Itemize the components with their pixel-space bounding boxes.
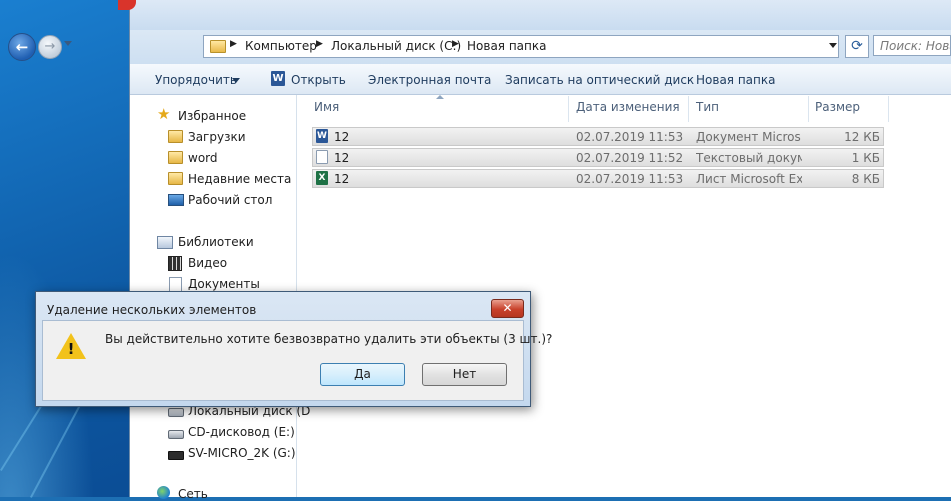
file-date: 02.07.2019 11:52	[576, 151, 684, 165]
breadcrumb-computer[interactable]: Компьютер	[245, 39, 317, 53]
back-button[interactable]: ←	[8, 33, 36, 61]
sort-ascending-icon	[436, 95, 444, 99]
word-doc-icon: W	[316, 129, 328, 143]
nav-item-network[interactable]: Сеть	[178, 487, 208, 501]
hard-drive-icon	[168, 408, 184, 417]
address-history-dropdown-icon[interactable]	[829, 43, 837, 48]
nav-item-word[interactable]: word	[188, 151, 218, 165]
search-input[interactable]: Поиск: Новая	[873, 35, 951, 56]
dialog-message: Вы действительно хотите безвозвратно уда…	[105, 332, 553, 346]
breadcrumb-separator-icon[interactable]: ▶	[316, 39, 323, 49]
network-icon	[157, 486, 170, 499]
recent-places-icon	[168, 172, 183, 185]
email-button[interactable]: Электронная почта	[368, 73, 491, 87]
warning-mark: !	[67, 340, 75, 358]
excel-sheet-icon: X	[316, 171, 328, 185]
column-header-type[interactable]: Тип	[696, 100, 719, 114]
file-size: 12 КБ	[844, 130, 880, 144]
burn-button[interactable]: Записать на оптический диск	[505, 73, 694, 87]
nav-item-video[interactable]: Видео	[188, 256, 227, 270]
file-date: 02.07.2019 11:53	[576, 130, 684, 144]
column-divider[interactable]	[568, 96, 569, 122]
dialog-title: Удаление нескольких элементов	[47, 303, 257, 317]
libraries-icon	[157, 236, 173, 249]
video-icon	[168, 256, 182, 271]
nav-item-downloads[interactable]: Загрузки	[188, 130, 246, 144]
nav-item-recent[interactable]: Недавние места	[188, 172, 291, 186]
delete-confirm-dialog: Удаление нескольких элементов ✕ ! Вы дей…	[35, 291, 552, 407]
nav-item-desktop[interactable]: Рабочий стол	[188, 193, 272, 207]
star-icon: ★	[157, 105, 171, 123]
address-bar[interactable]: ▶ Компьютер ▶ Локальный диск (C:) ▶ Нова…	[203, 35, 839, 58]
nav-item-documents[interactable]: Документы	[188, 277, 260, 291]
column-header-date[interactable]: Дата изменения	[576, 100, 680, 114]
dialog-close-button[interactable]: ✕	[491, 299, 524, 318]
documents-icon	[169, 277, 182, 292]
file-name[interactable]: 12	[334, 172, 349, 186]
yes-button[interactable]: Да	[320, 363, 405, 386]
file-size: 8 КБ	[851, 172, 880, 186]
column-header-size[interactable]: Размер	[815, 100, 860, 114]
file-type: Документ Micros...	[696, 130, 802, 144]
nav-item-cd-drive[interactable]: CD-дисковод (E:)	[188, 425, 295, 439]
file-name[interactable]: 12	[334, 151, 349, 165]
file-size: 1 КБ	[851, 151, 880, 165]
recent-pages-dropdown[interactable]	[64, 41, 72, 46]
breadcrumb-separator-icon[interactable]: ▶	[230, 39, 237, 49]
no-button[interactable]: Нет	[422, 363, 507, 386]
forward-button[interactable]: →	[38, 35, 62, 59]
usb-drive-icon	[168, 451, 184, 460]
breadcrumb-local-disk[interactable]: Локальный диск (C:)	[331, 39, 461, 53]
window-title-bar	[130, 0, 951, 30]
file-name[interactable]: 12	[334, 130, 349, 144]
column-divider[interactable]	[808, 96, 809, 122]
breadcrumb-new-folder[interactable]: Новая папка	[467, 39, 546, 53]
text-doc-icon	[316, 150, 328, 164]
folder-icon	[168, 151, 183, 164]
nav-item-favorites[interactable]: Избранное	[178, 109, 246, 123]
column-divider[interactable]	[888, 96, 889, 122]
folder-icon	[210, 40, 226, 53]
open-button[interactable]: Открыть	[291, 73, 346, 87]
refresh-button[interactable]: ⟳	[845, 35, 869, 58]
column-divider[interactable]	[688, 96, 689, 122]
breadcrumb-separator-icon[interactable]: ▶	[452, 39, 459, 49]
dialog-body: ! Вы действительно хотите безвозвратно у…	[42, 320, 552, 401]
file-type: Лист Microsoft Ex...	[696, 172, 802, 186]
organize-dropdown-icon[interactable]	[232, 78, 240, 83]
downloads-folder-icon	[168, 130, 183, 143]
desktop-icon	[168, 194, 184, 206]
word-icon: W	[271, 71, 285, 86]
nav-item-usb[interactable]: SV-MICRO_2K (G:)	[188, 446, 296, 460]
file-type: Текстовый докум...	[696, 151, 802, 165]
cd-drive-icon	[168, 430, 184, 439]
file-date: 02.07.2019 11:53	[576, 172, 684, 186]
nav-item-libraries[interactable]: Библиотеки	[178, 235, 254, 249]
new-folder-button[interactable]: Новая папка	[696, 73, 775, 87]
organize-button[interactable]: Упорядочить	[155, 73, 237, 87]
column-header-name[interactable]: Имя	[314, 100, 339, 114]
